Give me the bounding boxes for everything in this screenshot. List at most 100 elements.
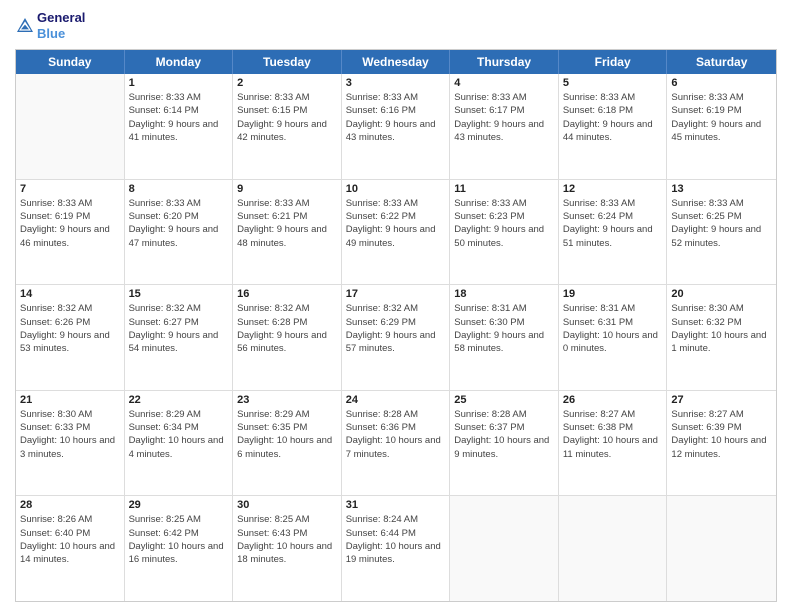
sunset-text: Sunset: 6:29 PM <box>346 316 446 329</box>
day-cell-27: 27Sunrise: 8:27 AMSunset: 6:39 PMDayligh… <box>667 391 776 496</box>
calendar-body: 1Sunrise: 8:33 AMSunset: 6:14 PMDaylight… <box>16 74 776 601</box>
header-day-sunday: Sunday <box>16 50 125 74</box>
day-cell-9: 9Sunrise: 8:33 AMSunset: 6:21 PMDaylight… <box>233 180 342 285</box>
sunset-text: Sunset: 6:34 PM <box>129 421 229 434</box>
day-cell-16: 16Sunrise: 8:32 AMSunset: 6:28 PMDayligh… <box>233 285 342 390</box>
day-cell-10: 10Sunrise: 8:33 AMSunset: 6:22 PMDayligh… <box>342 180 451 285</box>
day-cell-20: 20Sunrise: 8:30 AMSunset: 6:32 PMDayligh… <box>667 285 776 390</box>
daylight-text: Daylight: 10 hours and 1 minute. <box>671 329 772 356</box>
day-cell-25: 25Sunrise: 8:28 AMSunset: 6:37 PMDayligh… <box>450 391 559 496</box>
header-day-thursday: Thursday <box>450 50 559 74</box>
sunset-text: Sunset: 6:17 PM <box>454 104 554 117</box>
day-cell-3: 3Sunrise: 8:33 AMSunset: 6:16 PMDaylight… <box>342 74 451 179</box>
daylight-text: Daylight: 9 hours and 51 minutes. <box>563 223 663 250</box>
day-cell-8: 8Sunrise: 8:33 AMSunset: 6:20 PMDaylight… <box>125 180 234 285</box>
day-number: 26 <box>563 394 663 406</box>
logo-text-general: General <box>37 10 85 26</box>
day-number: 2 <box>237 77 337 89</box>
sunset-text: Sunset: 6:31 PM <box>563 316 663 329</box>
day-number: 28 <box>20 499 120 511</box>
sunrise-text: Sunrise: 8:28 AM <box>346 408 446 421</box>
day-number: 31 <box>346 499 446 511</box>
sunrise-text: Sunrise: 8:26 AM <box>20 513 120 526</box>
sunrise-text: Sunrise: 8:28 AM <box>454 408 554 421</box>
header-day-friday: Friday <box>559 50 668 74</box>
day-cell-28: 28 Sunrise: 8:26 AMSunset: 6:40 PMDayligh… <box>16 496 125 601</box>
sunset-text: Sunset: 6:18 PM <box>563 104 663 117</box>
daylight-text: Daylight: 9 hours and 43 minutes. <box>454 118 554 145</box>
header-day-wednesday: Wednesday <box>342 50 451 74</box>
daylight-text: Daylight: 10 hours and 7 minutes. <box>346 434 446 461</box>
sunset-text: Sunset: 6:14 PM <box>129 104 229 117</box>
daylight-text: Daylight: 9 hours and 52 minutes. <box>671 223 772 250</box>
day-cell-24: 24Sunrise: 8:28 AMSunset: 6:36 PMDayligh… <box>342 391 451 496</box>
sunset-text: Sunset: 6:20 PM <box>129 210 229 223</box>
sunset-text: Sunset: 6:43 PM <box>237 527 337 540</box>
sunrise-text: Sunrise: 8:33 AM <box>20 197 120 210</box>
page: General Blue SundayMondayTuesdayWednesda… <box>0 0 792 612</box>
daylight-text: Daylight: 10 hours and 12 minutes. <box>671 434 772 461</box>
day-cell-30: 30Sunrise: 8:25 AMSunset: 6:43 PMDayligh… <box>233 496 342 601</box>
sunset-text: Sunset: 6:26 PM <box>20 316 120 329</box>
daylight-text: Daylight: 10 hours and 19 minutes. <box>346 540 446 567</box>
week-row-5: 28Sunrise: 8:26 AMSunset: 6:40 PMDayligh… <box>16 496 776 601</box>
day-cell-7: 7Sunrise: 8:33 AMSunset: 6:19 PMDaylight… <box>16 180 125 285</box>
sunrise-text: Sunrise: 8:33 AM <box>454 197 554 210</box>
sunset-text: Sunset: 6:40 PM <box>20 527 120 540</box>
day-cell-23: 23Sunrise: 8:29 AMSunset: 6:35 PMDayligh… <box>233 391 342 496</box>
sunrise-text: Sunrise: 8:32 AM <box>237 302 337 315</box>
sunset-text: Sunset: 6:33 PM <box>20 421 120 434</box>
day-cell-11: 11Sunrise: 8:33 AMSunset: 6:23 PMDayligh… <box>450 180 559 285</box>
day-number: 29 <box>129 499 229 511</box>
header-day-tuesday: Tuesday <box>233 50 342 74</box>
day-cell-4: 4Sunrise: 8:33 AMSunset: 6:17 PMDaylight… <box>450 74 559 179</box>
sunrise-text: Sunrise: 8:32 AM <box>346 302 446 315</box>
sunrise-text: Sunrise: 8:33 AM <box>346 91 446 104</box>
day-number: 21 <box>20 394 120 406</box>
header-day-monday: Monday <box>125 50 234 74</box>
day-number: 9 <box>237 183 337 195</box>
calendar-header: SundayMondayTuesdayWednesdayThursdayFrid… <box>16 50 776 74</box>
week-row-4: 21Sunrise: 8:30 AMSunset: 6:33 PMDayligh… <box>16 391 776 497</box>
week-row-3: 14Sunrise: 8:32 AMSunset: 6:26 PMDayligh… <box>16 285 776 391</box>
sunset-text: Sunset: 6:16 PM <box>346 104 446 117</box>
day-cell-31: 31Sunrise: 8:24 AMSunset: 6:44 PMDayligh… <box>342 496 451 601</box>
day-number: 20 <box>671 288 772 300</box>
daylight-text: Daylight: 10 hours and 18 minutes. <box>237 540 337 567</box>
sunrise-text: Sunrise: 8:33 AM <box>129 91 229 104</box>
day-cell-18: 18Sunrise: 8:31 AMSunset: 6:30 PMDayligh… <box>450 285 559 390</box>
daylight-text: Daylight: 10 hours and 16 minutes. <box>129 540 229 567</box>
logo-text-blue: Blue <box>37 26 85 42</box>
sunrise-text: Sunrise: 8:33 AM <box>346 197 446 210</box>
daylight-text: Daylight: 9 hours and 44 minutes. <box>563 118 663 145</box>
empty-cell <box>667 496 776 601</box>
logo: General Blue <box>15 10 85 41</box>
daylight-text: Daylight: 9 hours and 57 minutes. <box>346 329 446 356</box>
sunrise-text: Sunrise: 8:33 AM <box>671 91 772 104</box>
sunset-text: Sunset: 6:36 PM <box>346 421 446 434</box>
day-number: 30 <box>237 499 337 511</box>
day-cell-6: 6Sunrise: 8:33 AMSunset: 6:19 PMDaylight… <box>667 74 776 179</box>
daylight-text: Daylight: 10 hours and 14 minutes. <box>20 540 120 567</box>
day-cell-29: 29Sunrise: 8:25 AMSunset: 6:42 PMDayligh… <box>125 496 234 601</box>
sunset-text: Sunset: 6:32 PM <box>671 316 772 329</box>
day-cell-19: 19Sunrise: 8:31 AMSunset: 6:31 PMDayligh… <box>559 285 668 390</box>
sunset-text: Sunset: 6:27 PM <box>129 316 229 329</box>
day-cell-2: 2Sunrise: 8:33 AMSunset: 6:15 PMDaylight… <box>233 74 342 179</box>
day-number: 17 <box>346 288 446 300</box>
day-number: 18 <box>454 288 554 300</box>
daylight-text: Daylight: 9 hours and 58 minutes. <box>454 329 554 356</box>
daylight-text: Daylight: 10 hours and 11 minutes. <box>563 434 663 461</box>
day-cell-1: 1Sunrise: 8:33 AMSunset: 6:14 PMDaylight… <box>125 74 234 179</box>
week-row-2: 7Sunrise: 8:33 AMSunset: 6:19 PMDaylight… <box>16 180 776 286</box>
sunset-text: Sunset: 6:25 PM <box>671 210 772 223</box>
day-cell-15: 15Sunrise: 8:32 AMSunset: 6:27 PMDayligh… <box>125 285 234 390</box>
day-cell-17: 17 Sunrise: 8:32 AMSunset: 6:29 PMDayligh… <box>342 285 451 390</box>
sunrise-text: Sunrise: 8:24 AM <box>346 513 446 526</box>
sunrise-text: Sunrise: 8:25 AM <box>129 513 229 526</box>
day-cell-12: 12Sunrise: 8:33 AMSunset: 6:24 PMDayligh… <box>559 180 668 285</box>
day-cell-14: 14Sunrise: 8:32 AMSunset: 6:26 PMDayligh… <box>16 285 125 390</box>
sunrise-text: Sunrise: 8:33 AM <box>454 91 554 104</box>
daylight-text: Daylight: 9 hours and 41 minutes. <box>129 118 229 145</box>
day-number: 5 <box>563 77 663 89</box>
